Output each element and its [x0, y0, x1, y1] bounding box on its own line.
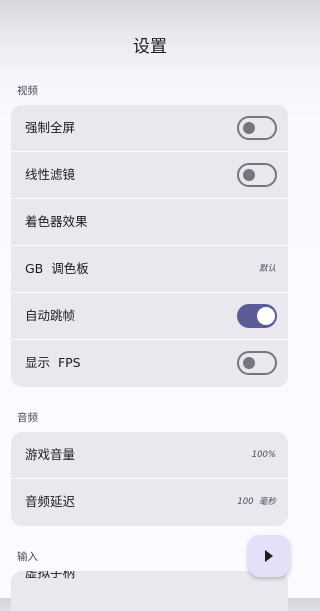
section-label-input: 输入 — [17, 551, 38, 563]
setting-virtual-gamepad[interactable]: 虚拟手柄 — [11, 571, 288, 603]
setting-auto-frameskip[interactable]: 自动跳帧 — [11, 293, 288, 340]
auto-frameskip-toggle[interactable] — [237, 304, 277, 328]
section-label-audio: 音频 — [17, 412, 38, 424]
toggle-thumb — [243, 357, 255, 369]
setting-label: GB 调色板 — [25, 261, 89, 276]
setting-label: 着色器效果 — [25, 214, 88, 229]
setting-value: 100 毫秒 — [237, 497, 276, 507]
section-label-video: 视频 — [17, 85, 38, 97]
audio-settings-card: 游戏音量 100% 音频延迟 100 毫秒 — [11, 432, 288, 526]
setting-label: 游戏音量 — [25, 447, 76, 462]
toggle-thumb — [257, 307, 275, 325]
show-fps-toggle[interactable] — [237, 351, 277, 375]
setting-label: 音频延迟 — [25, 494, 76, 509]
setting-value: 100% — [251, 450, 276, 460]
setting-linear-filter[interactable]: 线性滤镜 — [11, 152, 288, 199]
setting-shader-effect[interactable]: 着色器效果 — [11, 199, 288, 246]
video-settings-card: 强制全屏 线性滤镜 着色器效果 GB 调色板 默认 自动跳帧 显示 FPS — [11, 105, 288, 387]
toggle-thumb — [243, 169, 255, 181]
setting-label: 自动跳帧 — [25, 308, 76, 323]
setting-game-volume[interactable]: 游戏音量 100% — [11, 432, 288, 479]
setting-show-fps[interactable]: 显示 FPS — [11, 340, 288, 387]
page-title: 设置 — [133, 37, 167, 57]
setting-value: 默认 — [258, 264, 276, 274]
setting-label: 虚拟手柄 — [25, 571, 76, 580]
setting-label: 显示 FPS — [25, 355, 81, 370]
force-fullscreen-toggle[interactable] — [237, 116, 277, 140]
linear-filter-toggle[interactable] — [237, 163, 277, 187]
setting-gb-palette[interactable]: GB 调色板 默认 — [11, 246, 288, 293]
input-settings-card: 虚拟手柄 — [11, 571, 288, 611]
setting-label: 线性滤镜 — [25, 167, 76, 182]
play-button[interactable] — [248, 535, 290, 577]
setting-force-fullscreen[interactable]: 强制全屏 — [11, 105, 288, 152]
setting-label: 强制全屏 — [25, 120, 76, 135]
setting-audio-latency[interactable]: 音频延迟 100 毫秒 — [11, 479, 288, 526]
toggle-thumb — [243, 122, 255, 134]
play-icon — [265, 550, 273, 562]
